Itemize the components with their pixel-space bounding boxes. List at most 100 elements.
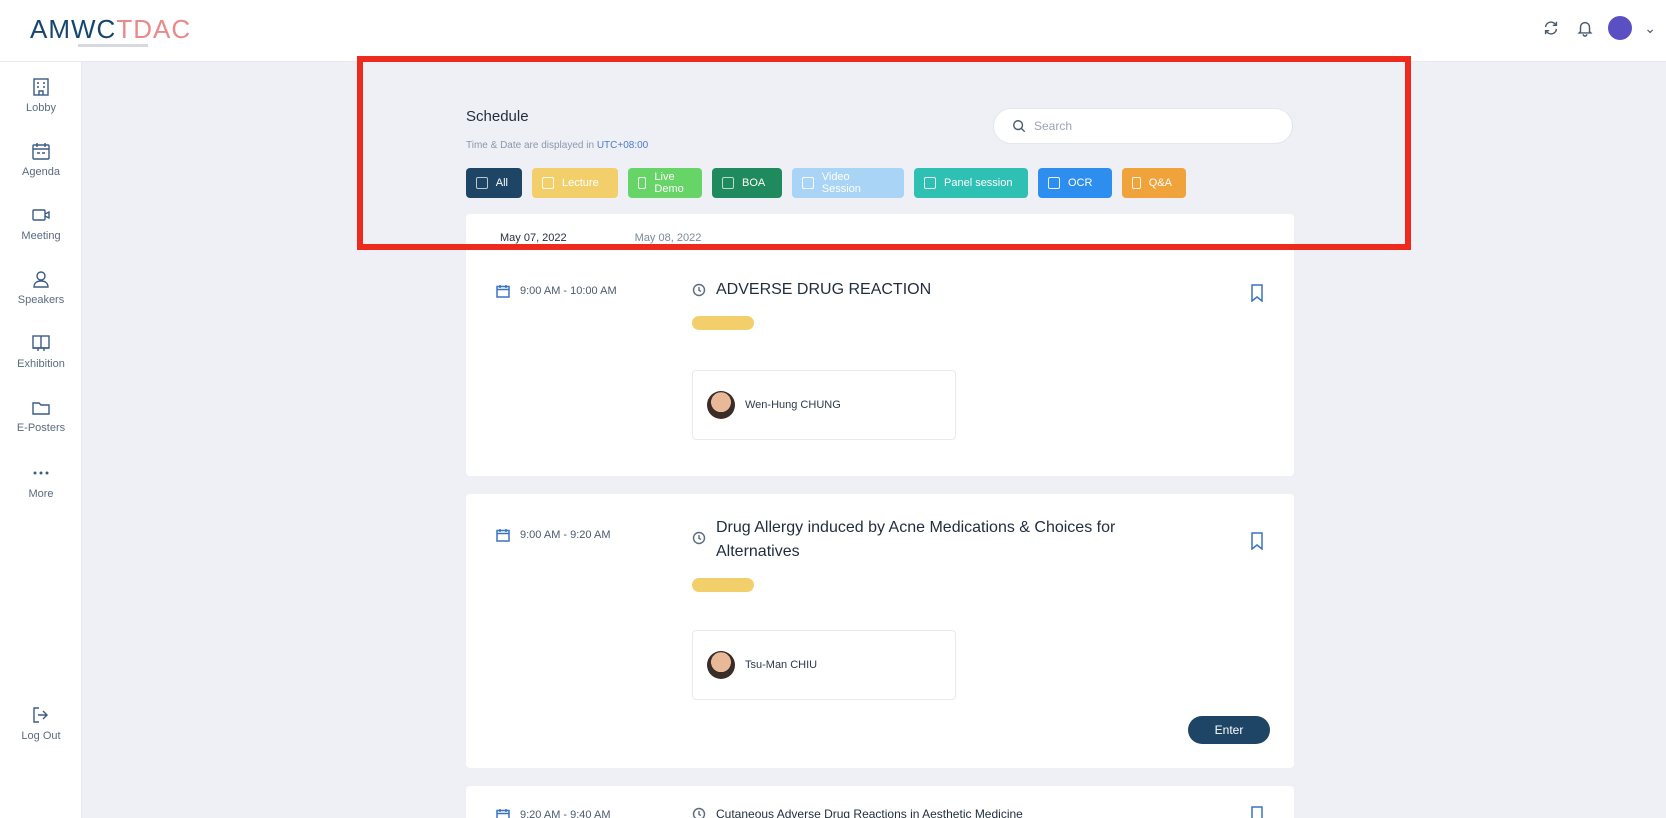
- timezone-value: UTC+08:00: [596, 140, 649, 151]
- bookmark-icon[interactable]: [1250, 284, 1264, 302]
- main-content: Schedule Time & Date are displayed in UT…: [466, 62, 1294, 818]
- checkbox-icon: [638, 177, 647, 189]
- session-title-row: Drug Allergy induced by Acne Medications…: [692, 516, 1172, 564]
- page-title: Schedule: [466, 108, 529, 125]
- more-icon: [33, 471, 49, 475]
- sidebar-item-logout[interactable]: Log Out: [0, 704, 82, 742]
- filter-label: Video Session: [821, 171, 861, 195]
- sidebar-item-exhibition[interactable]: Exhibition: [0, 332, 82, 370]
- timezone-prefix: Time & Date are displayed in: [466, 140, 595, 151]
- logo-text-accent: TDAC: [116, 14, 192, 44]
- search-box[interactable]: [993, 108, 1293, 144]
- tab-may-07[interactable]: May 07, 2022: [466, 214, 601, 262]
- sidebar-item-label: Log Out: [21, 730, 61, 742]
- checkbox-icon: [924, 177, 936, 189]
- sidebar-item-speakers[interactable]: Speakers: [0, 268, 82, 306]
- sidebar-item-meeting[interactable]: Meeting: [0, 204, 82, 242]
- search-icon: [1013, 120, 1026, 133]
- top-bar: AMWCTDAC ⌄: [0, 0, 1666, 62]
- filter-chip-live-demo[interactable]: Live Demo: [628, 168, 702, 198]
- session-title[interactable]: Cutaneous Adverse Drug Reactions in Aest…: [716, 802, 1023, 818]
- user-icon: [33, 271, 49, 288]
- video-icon: [32, 209, 50, 221]
- bookmark-icon[interactable]: [1250, 532, 1264, 550]
- date-tabs: May 07, 2022 May 08, 2022: [466, 214, 1294, 262]
- schedule-header: Schedule Time & Date are displayed in UT…: [466, 84, 1294, 262]
- category-filters: All Lecture Live Demo BOA Video Session …: [466, 168, 1186, 198]
- calendar-icon: [496, 809, 510, 818]
- session-time-text: 9:00 AM - 10:00 AM: [520, 285, 617, 297]
- session-title-row: Cutaneous Adverse Drug Reactions in Aest…: [692, 802, 1172, 818]
- session-title-row: ADVERSE DRUG REACTION: [692, 278, 1172, 302]
- chevron-down-icon[interactable]: ⌄: [1644, 20, 1656, 37]
- search-input[interactable]: [1034, 119, 1274, 133]
- calendar-icon: [32, 143, 50, 160]
- clock-icon: [692, 531, 706, 545]
- filter-label: Lecture: [562, 177, 599, 189]
- filter-chip-panel-session[interactable]: Panel session: [914, 168, 1028, 198]
- session-card: 9:00 AM - 9:20 AM Drug Allergy induced b…: [466, 494, 1294, 768]
- session-time: 9:00 AM - 10:00 AM: [496, 284, 617, 298]
- filter-chip-video-session[interactable]: Video Session: [792, 168, 904, 198]
- session-time: 9:20 AM - 9:40 AM: [496, 808, 611, 818]
- sidebar-item-agenda[interactable]: Agenda: [0, 140, 82, 178]
- checkbox-icon: [1132, 177, 1141, 189]
- filter-chip-lecture[interactable]: Lecture: [532, 168, 618, 198]
- sidebar-item-more[interactable]: More: [0, 462, 82, 500]
- filter-chip-boa[interactable]: BOA: [712, 168, 782, 198]
- sidebar-item-label: Lobby: [26, 102, 56, 114]
- filter-chip-qa[interactable]: Q&A: [1122, 168, 1186, 198]
- sidebar-item-label: More: [28, 488, 54, 500]
- session-time-text: 9:20 AM - 9:40 AM: [520, 809, 611, 818]
- checkbox-icon: [802, 177, 814, 189]
- booth-icon: [32, 335, 50, 351]
- calendar-icon: [496, 285, 510, 298]
- timezone-note: Time & Date are displayed in UTC+08:00: [466, 140, 648, 151]
- checkbox-icon: [542, 177, 554, 189]
- sidebar-item-label: Speakers: [17, 294, 65, 306]
- app-logo[interactable]: AMWCTDAC: [30, 14, 191, 50]
- clock-icon: [692, 283, 706, 297]
- logo-text-main: AMWC: [30, 14, 117, 44]
- calendar-icon: [496, 529, 510, 542]
- speaker-card[interactable]: Tsu-Man CHIU: [692, 630, 956, 700]
- session-title[interactable]: ADVERSE DRUG REACTION: [716, 278, 931, 302]
- bookmark-icon[interactable]: [1250, 806, 1264, 818]
- category-pill: [692, 578, 754, 592]
- bell-icon[interactable]: [1574, 17, 1596, 39]
- filter-label: All: [495, 177, 508, 189]
- folder-icon: [32, 402, 50, 415]
- filter-chip-ocr[interactable]: OCR: [1038, 168, 1112, 198]
- filter-label: Live Demo: [654, 171, 684, 195]
- filter-label: Q&A: [1148, 177, 1172, 189]
- checkbox-icon: [476, 177, 488, 189]
- building-icon: [33, 78, 49, 96]
- sync-icon[interactable]: [1540, 17, 1562, 39]
- sidebar-item-label: Meeting: [21, 230, 61, 242]
- filter-label: Panel session: [944, 177, 1013, 189]
- logo-underline: [78, 44, 148, 47]
- sidebar: Lobby Agenda Meeting Speakers Exhibition…: [0, 62, 82, 818]
- session-time-text: 9:00 AM - 9:20 AM: [520, 529, 611, 541]
- enter-button[interactable]: Enter: [1188, 716, 1270, 744]
- filter-chip-all[interactable]: All: [466, 168, 522, 198]
- speaker-name: Wen-Hung CHUNG: [745, 399, 841, 411]
- session-card: 9:00 AM - 10:00 AM ADVERSE DRUG REACTION…: [466, 256, 1294, 476]
- sidebar-item-lobby[interactable]: Lobby: [0, 76, 82, 114]
- sidebar-item-label: E-Posters: [16, 422, 66, 434]
- sidebar-item-eposters[interactable]: E-Posters: [0, 396, 82, 434]
- logout-icon: [33, 707, 48, 723]
- sidebar-item-label: Exhibition: [17, 358, 65, 370]
- speaker-card[interactable]: Wen-Hung CHUNG: [692, 370, 956, 440]
- checkbox-icon: [1048, 177, 1060, 189]
- top-actions: ⌄: [1540, 16, 1656, 40]
- clock-icon: [692, 807, 706, 818]
- session-title[interactable]: Drug Allergy induced by Acne Medications…: [716, 516, 1172, 564]
- speaker-name: Tsu-Man CHIU: [745, 659, 818, 671]
- sidebar-item-label: Agenda: [22, 166, 60, 178]
- category-pill: [692, 316, 754, 330]
- checkbox-icon: [722, 177, 734, 189]
- user-avatar-icon[interactable]: [1608, 16, 1633, 40]
- session-time: 9:00 AM - 9:20 AM: [496, 528, 611, 542]
- tab-may-08[interactable]: May 08, 2022: [601, 214, 736, 262]
